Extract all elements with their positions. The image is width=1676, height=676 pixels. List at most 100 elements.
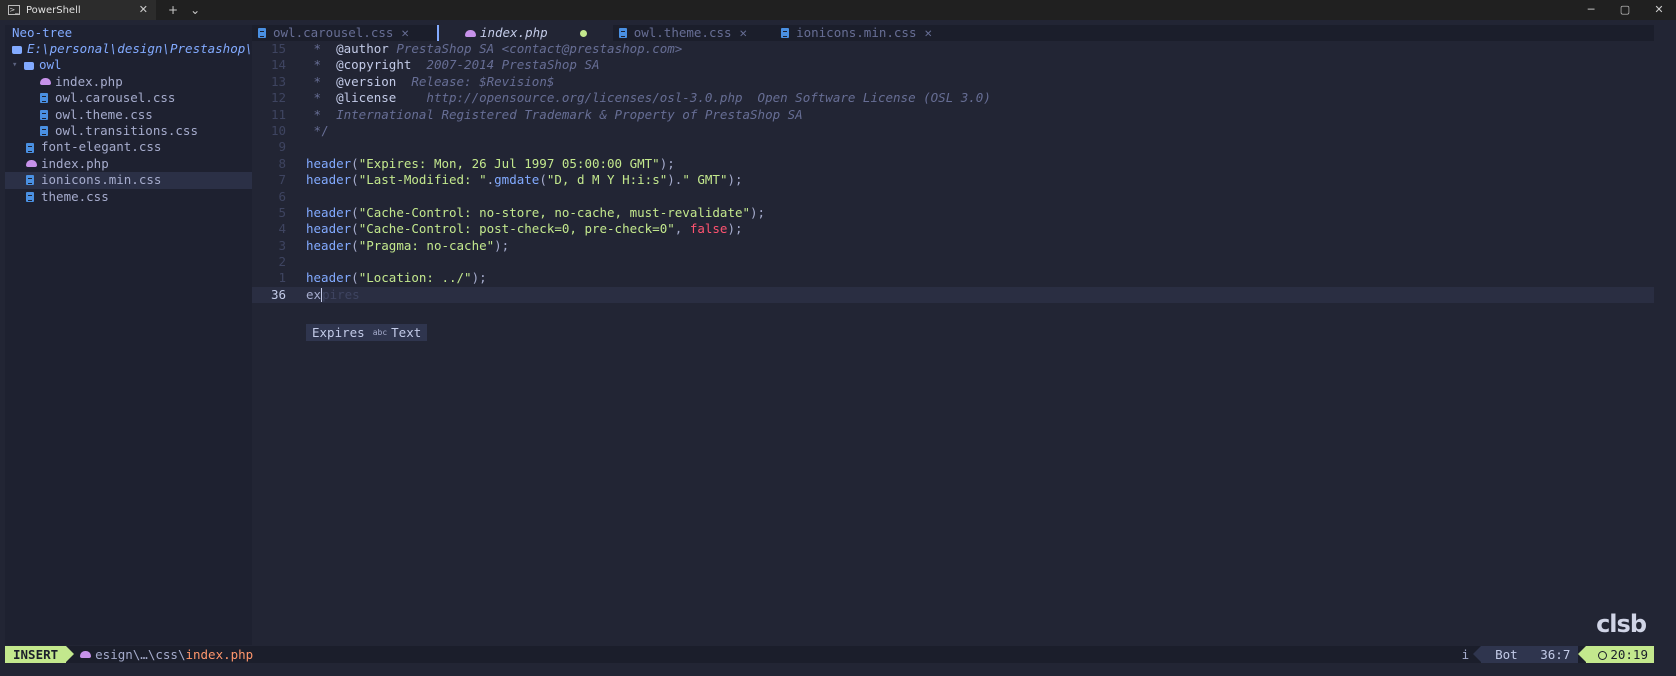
- close-tab-icon[interactable]: ✕: [401, 25, 409, 41]
- code-token: pires: [322, 286, 360, 302]
- tree-item[interactable]: ▾ owl: [5, 57, 252, 73]
- line-number: 14: [270, 57, 286, 73]
- code-token: "Pragma: no-cache": [358, 237, 495, 253]
- line-number: 15: [270, 41, 286, 56]
- terminal-tab-title: PowerShell: [26, 4, 81, 16]
- clock-icon: [1598, 651, 1608, 660]
- code-token: @license: [336, 90, 397, 106]
- mode-indicator: INSERT: [5, 646, 75, 663]
- php-file-icon: [80, 651, 92, 658]
- tree-item[interactable]: index.php: [5, 156, 252, 172]
- line-number: 7: [278, 172, 286, 188]
- minimize-button[interactable]: ─: [1574, 0, 1608, 20]
- code-token: (: [351, 172, 359, 188]
- close-tab-icon[interactable]: ✕: [139, 3, 148, 16]
- maximize-button[interactable]: ▢: [1608, 0, 1642, 20]
- code-token: gmdate: [494, 172, 540, 188]
- code-token: header: [306, 237, 352, 253]
- close-tab-icon[interactable]: ✕: [924, 25, 932, 41]
- code-line[interactable]: 1 header("Location: ../");: [252, 270, 1654, 286]
- status-path-prefix: esign\…\css\: [95, 647, 186, 662]
- close-tab-icon[interactable]: ✕: [740, 25, 748, 41]
- tree-item[interactable]: theme.css: [5, 189, 252, 205]
- tree-root[interactable]: E:\personal\design\Prestashop\T: [5, 41, 252, 57]
- status-indicator: i: [1461, 647, 1470, 662]
- status-right: i Bot 36:7 20:19: [1462, 646, 1654, 663]
- terminal-tab[interactable]: >_ PowerShell ✕: [0, 0, 156, 20]
- tree-item[interactable]: index.php: [5, 74, 252, 90]
- tab-owl-carousel-css[interactable]: owl.carousel.css ✕: [252, 25, 437, 41]
- tree-item[interactable]: owl.transitions.css: [5, 123, 252, 139]
- code-line[interactable]: 3 header("Pragma: no-cache");: [252, 238, 1654, 254]
- code-token: Release: $Revision$: [396, 73, 555, 89]
- tree-item[interactable]: font-elegant.css: [5, 139, 252, 155]
- neo-tree-sidebar: Neo-tree E:\personal\design\Prestashop\T…: [5, 25, 252, 645]
- css-file-icon: [781, 28, 790, 38]
- tree-item[interactable]: owl.carousel.css: [5, 90, 252, 106]
- folder-open-icon: [24, 62, 34, 71]
- code-line[interactable]: 14 * @copyright 2007-2014 PrestaShop SA: [252, 57, 1654, 73]
- code-token: International Registered Trademark & Pro…: [336, 106, 803, 122]
- code-line[interactable]: 36 expires: [252, 286, 1654, 304]
- code-line[interactable]: 8 header("Expires: Mon, 26 Jul 1997 05:00…: [252, 156, 1654, 172]
- code-token: "Location: ../": [358, 270, 472, 286]
- line-number: 1: [278, 270, 286, 286]
- code-line[interactable]: 6: [252, 189, 1654, 205]
- css-file-icon: [40, 126, 48, 137]
- code-token: " GMT": [682, 172, 728, 188]
- code-token: ,: [674, 221, 690, 237]
- close-window-button[interactable]: ✕: [1642, 0, 1676, 20]
- code-token: *: [306, 90, 337, 106]
- status-time: 20:19: [1578, 646, 1654, 663]
- css-file-icon: [26, 142, 34, 153]
- code-token: (: [351, 237, 359, 253]
- tab-label: index.php: [479, 25, 548, 40]
- tree-item[interactable]: owl.theme.css: [5, 107, 252, 123]
- code-token: "D, d M Y H:i:s": [546, 172, 668, 188]
- code-token: @author: [336, 41, 389, 56]
- clock-time: 20:19: [1610, 647, 1648, 662]
- code-line[interactable]: 11 * International Registered Trademark …: [252, 107, 1654, 123]
- tab-index-php[interactable]: index.php: [436, 25, 613, 41]
- tree-item[interactable]: ionicons.min.css: [5, 172, 252, 189]
- code-token: "Cache-Control: post-check=0, pre-check=…: [358, 221, 675, 237]
- code-line[interactable]: 4 header("Cache-Control: post-check=0, pr…: [252, 221, 1654, 237]
- code-token: *: [306, 106, 337, 122]
- code-token: *: [306, 41, 337, 56]
- line-number: 11: [270, 106, 286, 122]
- window-controls: ─ ▢ ✕: [1574, 0, 1676, 20]
- code-line[interactable]: 12 * @license http://opensource.org/lice…: [252, 90, 1654, 106]
- tree-item-label: owl.transitions.css: [55, 122, 198, 138]
- code-line[interactable]: 5 header("Cache-Control: no-store, no-cac…: [252, 205, 1654, 221]
- tab-ionicons-min-css[interactable]: ionicons.min.css ✕: [775, 25, 960, 41]
- code-token: "Cache-Control: no-store, no-cache, must…: [358, 204, 751, 220]
- modified-dot-icon: [579, 29, 587, 37]
- code-line[interactable]: 15 * @author PrestaShop SA <contact@pres…: [252, 41, 1654, 57]
- completion-popup[interactable]: Expires abc Text: [306, 324, 428, 341]
- code-line[interactable]: 2: [252, 254, 1654, 270]
- code-token: */: [306, 122, 329, 138]
- tree-item-label: owl.carousel.css: [55, 90, 176, 106]
- css-file-icon: [26, 175, 34, 186]
- code-token: @version: [336, 73, 397, 89]
- code-token: ).: [667, 172, 683, 188]
- tab-owl-theme-css[interactable]: owl.theme.css ✕: [613, 25, 775, 41]
- code-line[interactable]: 9: [252, 139, 1654, 155]
- code-token: );: [750, 204, 766, 220]
- tree-item-label: font-elegant.css: [41, 139, 162, 155]
- new-tab-button[interactable]: +: [168, 3, 178, 17]
- code-token: );: [727, 221, 743, 237]
- code-line[interactable]: 13 * @version Release: $Revision$: [252, 74, 1654, 90]
- completion-kind: Text: [391, 325, 422, 340]
- php-file-icon: [26, 160, 37, 168]
- tab-dropdown-icon[interactable]: ⌄: [190, 3, 200, 17]
- editor-pane[interactable]: 15 * @author PrestaShop SA <contact@pres…: [252, 41, 1654, 645]
- code-token: *: [306, 57, 337, 73]
- tab-label: ionicons.min.css: [796, 25, 917, 40]
- status-file: esign\…\css\ index.php: [80, 647, 253, 662]
- line-number: 9: [278, 139, 286, 155]
- code-line[interactable]: 7 header("Last-Modified: ".gmdate("D, d M…: [252, 172, 1654, 188]
- code-line[interactable]: 10 */: [252, 123, 1654, 139]
- tree-item-label: index.php: [55, 73, 123, 89]
- completion-word[interactable]: Expires: [312, 325, 365, 340]
